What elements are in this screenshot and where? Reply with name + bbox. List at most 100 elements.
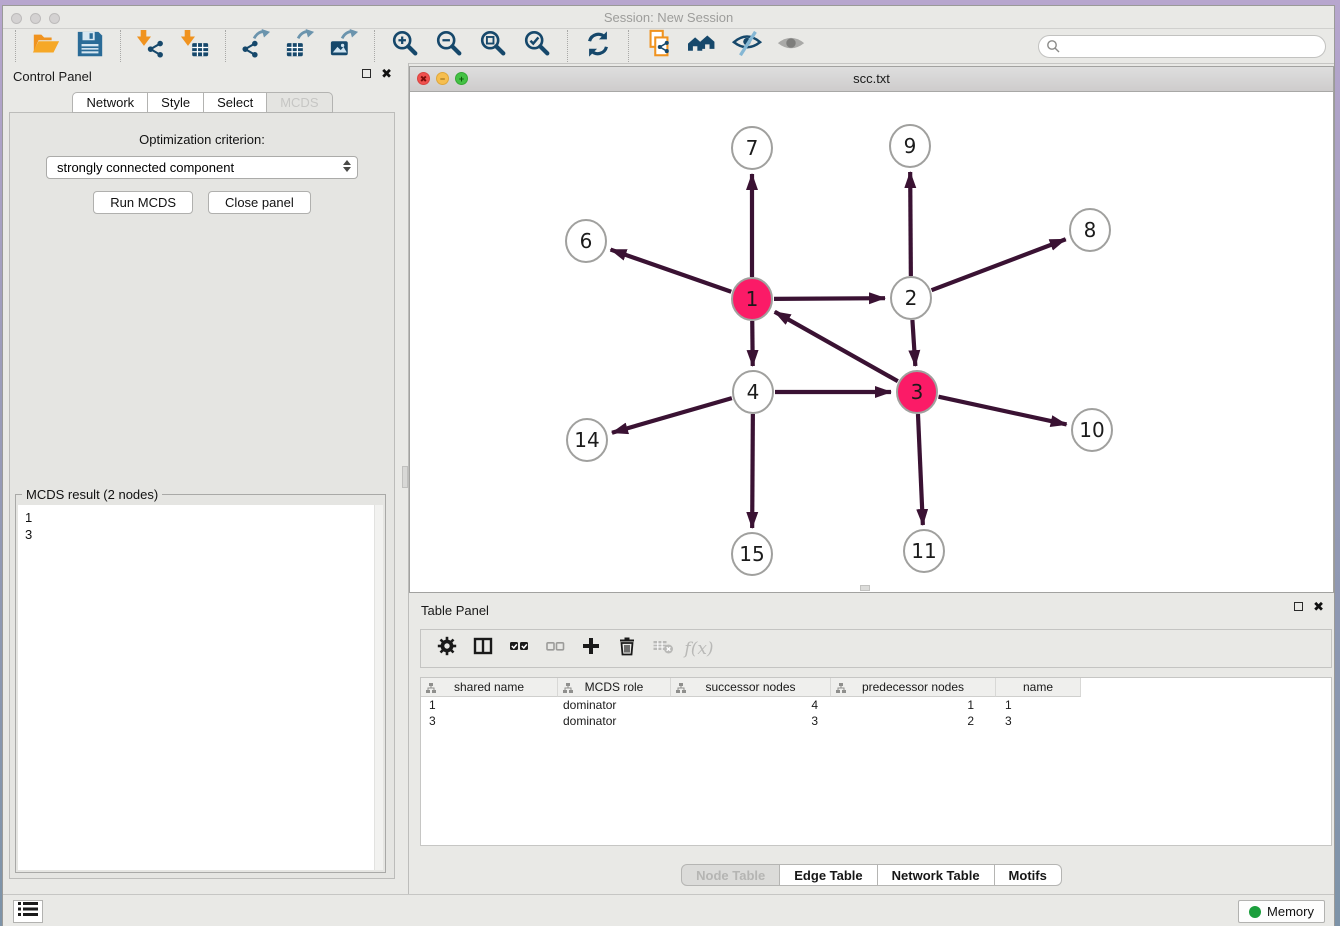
settings-icon	[436, 635, 458, 662]
first-neighbors-button[interactable]	[686, 30, 720, 62]
graph-node-2[interactable]: 2	[891, 277, 931, 319]
show-all-button[interactable]	[774, 30, 808, 62]
edge-1-6[interactable]	[611, 250, 732, 292]
graph-node-15[interactable]: 15	[732, 533, 772, 575]
edge-1-2[interactable]	[774, 298, 885, 299]
hide-selected-button[interactable]	[730, 30, 764, 62]
toolbar-separator	[374, 30, 375, 62]
svg-text:4: 4	[747, 380, 760, 404]
add-row-button[interactable]	[573, 634, 609, 664]
search-input[interactable]	[1038, 35, 1326, 58]
zoom-in-button[interactable]	[388, 30, 422, 62]
delete-row-button[interactable]	[609, 634, 645, 664]
optimization-criterion-label: Optimization criterion:	[10, 132, 394, 147]
edge-3-1[interactable]	[775, 312, 898, 381]
export-table-button[interactable]	[283, 30, 317, 62]
network-canvas[interactable]: 7 9 6 8 1 2 4 3 14 10 15 11	[410, 92, 1333, 592]
export-image-button[interactable]	[327, 30, 361, 62]
node-table: shared nameMCDS rolesuccessor nodesprede…	[420, 677, 1332, 846]
graph-node-1[interactable]: 1	[732, 278, 772, 320]
column-header-successor-nodes[interactable]: successor nodes	[671, 678, 831, 697]
edge-2-3[interactable]	[912, 320, 915, 366]
graph-node-8[interactable]: 8	[1070, 209, 1110, 251]
run-mcds-button[interactable]: Run MCDS	[93, 191, 193, 214]
task-history-button[interactable]	[13, 900, 43, 923]
cell-shared-name[interactable]: 3	[421, 713, 558, 729]
settings-button[interactable]	[429, 634, 465, 664]
cell-MCDS-role[interactable]: dominator	[558, 713, 671, 729]
export-network-button[interactable]	[239, 30, 273, 62]
tab-select[interactable]: Select	[203, 92, 267, 113]
cell-predecessor-nodes[interactable]: 1	[831, 697, 996, 713]
mcds-result-text[interactable]: 1 3	[18, 505, 383, 870]
control-panel: Control Panel ✖ NetworkStyleSelectMCDS O…	[3, 63, 402, 894]
column-header-name[interactable]: name	[996, 678, 1081, 697]
edge-4-14[interactable]	[612, 398, 732, 433]
float-panel-icon[interactable]	[362, 69, 371, 78]
save-session-button[interactable]	[73, 30, 107, 62]
edge-3-10[interactable]	[938, 397, 1066, 425]
tab-mcds[interactable]: MCDS	[266, 92, 332, 113]
network-resize-handle[interactable]	[860, 585, 870, 591]
zoom-selected-button[interactable]	[520, 30, 554, 62]
float-table-panel-icon[interactable]	[1294, 602, 1303, 611]
cell-successor-nodes[interactable]: 3	[671, 713, 831, 729]
mcds-result-box: MCDS result (2 nodes) 1 3	[15, 494, 386, 873]
graph-node-6[interactable]: 6	[566, 220, 606, 262]
graph-node-10[interactable]: 10	[1072, 409, 1112, 451]
cell-successor-nodes[interactable]: 4	[671, 697, 831, 713]
cell-name[interactable]: 1	[996, 697, 1081, 713]
refresh-button[interactable]	[581, 30, 615, 62]
zoom-out-icon	[434, 29, 464, 64]
import-network-button[interactable]	[134, 30, 168, 62]
graph-node-4[interactable]: 4	[733, 371, 773, 413]
function-builder-icon: f(x)	[684, 639, 713, 659]
tab-edge-table[interactable]: Edge Table	[779, 864, 877, 886]
column-header-predecessor-nodes[interactable]: predecessor nodes	[831, 678, 996, 697]
result-scrollbar[interactable]	[374, 505, 383, 870]
memory-button[interactable]: Memory	[1238, 900, 1325, 923]
deselect-all-button[interactable]	[537, 634, 573, 664]
duplicate-network-button[interactable]	[642, 30, 676, 62]
table-row[interactable]: 1dominator411	[421, 697, 1331, 713]
app-window: Session: New Session Control Panel ✖ Net…	[2, 5, 1335, 926]
open-session-icon	[31, 29, 61, 64]
close-panel-icon[interactable]: ✖	[381, 69, 392, 78]
import-table-button[interactable]	[178, 30, 212, 62]
edge-3-11[interactable]	[918, 414, 923, 525]
edge-2-8[interactable]	[932, 239, 1066, 290]
cell-shared-name[interactable]: 1	[421, 697, 558, 713]
table-tabs: Node TableEdge TableNetwork TableMotifs	[409, 864, 1334, 886]
graph-node-7[interactable]: 7	[732, 127, 772, 169]
splitter-handle[interactable]	[402, 466, 408, 488]
svg-text:1: 1	[746, 287, 759, 311]
graph-node-9[interactable]: 9	[890, 125, 930, 167]
cell-MCDS-role[interactable]: dominator	[558, 697, 671, 713]
graph-node-3[interactable]: 3	[897, 371, 937, 413]
graph-node-11[interactable]: 11	[904, 530, 944, 572]
close-panel-button[interactable]: Close panel	[208, 191, 311, 214]
cell-predecessor-nodes[interactable]: 2	[831, 713, 996, 729]
graph-node-14[interactable]: 14	[567, 419, 607, 461]
criterion-dropdown[interactable]: strongly connected component	[46, 156, 358, 179]
select-all-button[interactable]	[501, 634, 537, 664]
vertical-splitter[interactable]	[402, 63, 409, 894]
column-header-shared-name[interactable]: shared name	[421, 678, 558, 697]
tab-motifs[interactable]: Motifs	[994, 864, 1062, 886]
tab-node-table[interactable]: Node Table	[681, 864, 780, 886]
column-header-MCDS-role[interactable]: MCDS role	[558, 678, 671, 697]
zoom-out-button[interactable]	[432, 30, 466, 62]
zoom-fit-button[interactable]	[476, 30, 510, 62]
open-session-button[interactable]	[29, 30, 63, 62]
columns-button[interactable]	[465, 634, 501, 664]
tab-style[interactable]: Style	[147, 92, 204, 113]
edge-2-9[interactable]	[910, 172, 911, 276]
edge-4-15[interactable]	[752, 414, 753, 528]
tab-network[interactable]: Network	[72, 92, 148, 113]
cell-name[interactable]: 3	[996, 713, 1081, 729]
toolbar-separator	[567, 30, 568, 62]
table-panel-controls: ✖	[1294, 602, 1324, 611]
close-table-panel-icon[interactable]: ✖	[1313, 602, 1324, 611]
table-row[interactable]: 3dominator323	[421, 713, 1331, 729]
tab-network-table[interactable]: Network Table	[877, 864, 995, 886]
